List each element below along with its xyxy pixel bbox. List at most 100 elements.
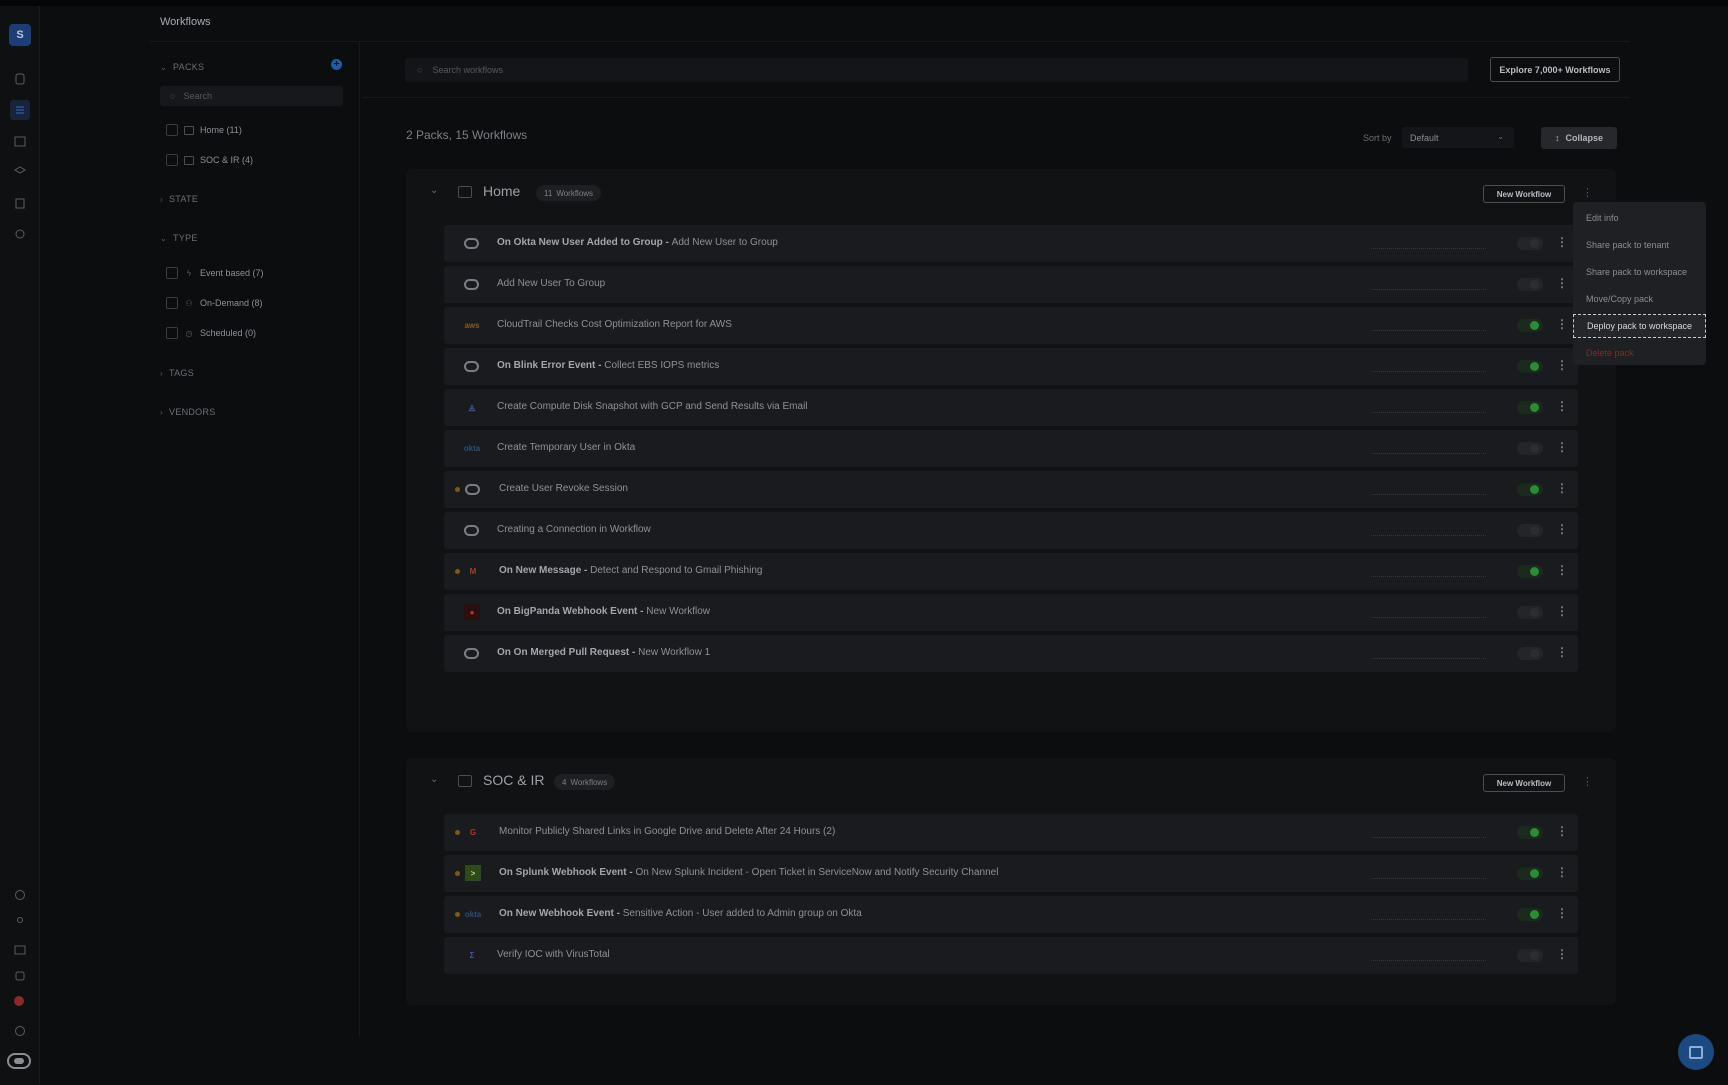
chevron-down-icon[interactable]: ⌄ [430,185,438,196]
workflow-enable-toggle[interactable] [1517,565,1543,578]
workflow-name[interactable]: On New Message - Detect and Respond to G… [499,565,762,576]
briefcase-icon[interactable] [10,939,30,959]
menu-item-share-workspace[interactable]: Share pack to workspace [1573,260,1706,284]
workflow-row[interactable]: aws CloudTrail Checks Cost Optimization R… [444,307,1578,344]
workflow-enable-toggle[interactable] [1517,360,1543,373]
notification-badge-icon[interactable] [14,996,24,1006]
workflow-row[interactable]: ◬ Create Compute Disk Snapshot with GCP a… [444,389,1578,426]
workflow-row[interactable]: Create User Revoke Session ⋮ [444,471,1578,508]
workflow-name[interactable]: On New Webhook Event - Sensitive Action … [499,908,862,919]
row-menu-kebab-icon[interactable]: ⋮ [1556,604,1568,618]
menu-item-share-tenant[interactable]: Share pack to tenant [1573,233,1706,257]
tags-section-header[interactable]: › TAGS [160,368,194,378]
chat-support-button[interactable] [1678,1034,1714,1070]
workflow-name[interactable]: Creating a Connection in Workflow [497,524,651,535]
row-menu-kebab-icon[interactable]: ⋮ [1556,440,1568,454]
new-workflow-button[interactable]: New Workflow [1483,185,1565,203]
workflow-name[interactable]: Monitor Publicly Shared Links in Google … [499,826,835,837]
help-icon[interactable] [10,1021,30,1041]
workflow-enable-toggle[interactable] [1517,647,1543,660]
workflow-row[interactable]: okta Create Temporary User in Okta ⋮ [444,430,1578,467]
vendors-section-header[interactable]: › VENDORS [160,407,216,417]
workflow-row[interactable]: On On Merged Pull Request - New Workflow… [444,635,1578,672]
type-section-header[interactable]: ⌄ TYPE [160,233,198,243]
workflow-enable-toggle[interactable] [1517,237,1543,250]
workflow-enable-toggle[interactable] [1517,949,1543,962]
new-workflow-button[interactable]: New Workflow [1483,774,1565,792]
row-menu-kebab-icon[interactable]: ⋮ [1556,399,1568,413]
workflow-row[interactable]: Creating a Connection in Workflow ⋮ [444,512,1578,549]
workflow-row[interactable]: G Monitor Publicly Shared Links in Google… [444,814,1578,851]
workflows-nav-icon[interactable] [10,100,30,120]
type-filter-event[interactable]: ϟ Event based (7) [166,267,264,279]
workflow-row[interactable]: ● On BigPanda Webhook Event - New Workflo… [444,594,1578,631]
menu-item-edit-info[interactable]: Edit info [1573,206,1706,230]
workflow-row[interactable]: > On Splunk Webhook Event - On New Splunk… [444,855,1578,892]
workflow-enable-toggle[interactable] [1517,908,1543,921]
row-menu-kebab-icon[interactable]: ⋮ [1556,865,1568,879]
workflow-enable-toggle[interactable] [1517,319,1543,332]
type-filter-ondemand[interactable]: ⚇ On-Demand (8) [166,297,263,309]
workflow-name[interactable]: On Okta New User Added to Group - Add Ne… [497,237,778,248]
menu-item-deploy-workspace[interactable]: Deploy pack to workspace [1573,314,1706,338]
workflow-name[interactable]: Create Temporary User in Okta [497,442,635,453]
row-menu-kebab-icon[interactable]: ⋮ [1556,645,1568,659]
workflow-row[interactable]: On Okta New User Added to Group - Add Ne… [444,225,1578,262]
workflow-enable-toggle[interactable] [1517,401,1543,414]
storage-icon[interactable] [10,966,30,986]
workflow-name[interactable]: Create User Revoke Session [499,483,628,494]
workflow-name[interactable]: On Blink Error Event - Collect EBS IOPS … [497,360,719,371]
clipboard-icon[interactable] [10,193,30,213]
workflow-enable-toggle[interactable] [1517,826,1543,839]
workflow-enable-toggle[interactable] [1517,524,1543,537]
workflow-name[interactable]: Verify IOC with VirusTotal [497,949,610,960]
checkbox[interactable] [166,327,178,339]
row-menu-kebab-icon[interactable]: ⋮ [1556,563,1568,577]
calendar-icon[interactable] [10,131,30,151]
menu-item-delete-pack[interactable]: Delete pack [1573,341,1706,365]
pack-menu-kebab-icon[interactable]: ⋮ [1582,775,1593,788]
row-menu-kebab-icon[interactable]: ⋮ [1556,947,1568,961]
workflow-name[interactable]: On BigPanda Webhook Event - New Workflow [497,606,710,617]
checkbox[interactable] [166,124,178,136]
pack-menu-kebab-icon[interactable]: ⋮ [1582,186,1593,199]
workflow-name[interactable]: Add New User To Group [497,278,605,289]
workspace-avatar[interactable]: S [9,24,31,46]
workflow-enable-toggle[interactable] [1517,867,1543,880]
pack-search-input[interactable]: ○ Search [160,86,343,106]
workflow-name[interactable]: Create Compute Disk Snapshot with GCP an… [497,401,808,412]
workflow-row[interactable]: okta On New Webhook Event - Sensitive Act… [444,896,1578,933]
row-menu-kebab-icon[interactable]: ⋮ [1556,824,1568,838]
row-menu-kebab-icon[interactable]: ⋮ [1556,906,1568,920]
workflow-search-input[interactable]: ○ Search workflows [405,58,1468,82]
row-menu-kebab-icon[interactable]: ⋮ [1556,481,1568,495]
pack-filter-home[interactable]: Home (11) [166,124,242,136]
type-filter-scheduled[interactable]: ◷ Scheduled (0) [166,327,256,339]
state-section-header[interactable]: › STATE [160,194,198,204]
history-icon[interactable] [10,885,30,905]
workflow-row[interactable]: Σ Verify IOC with VirusTotal ⋮ [444,937,1578,974]
workflow-row[interactable]: On Blink Error Event - Collect EBS IOPS … [444,348,1578,385]
chevron-down-icon[interactable]: ⌄ [430,774,438,785]
menu-item-move-copy[interactable]: Move/Copy pack [1573,287,1706,311]
row-menu-kebab-icon[interactable]: ⋮ [1556,522,1568,536]
bot-assistant-icon[interactable] [7,1053,31,1069]
workflow-enable-toggle[interactable] [1517,483,1543,496]
checkbox[interactable] [166,267,178,279]
row-menu-kebab-icon[interactable]: ⋮ [1556,317,1568,331]
add-pack-button[interactable]: + [331,59,342,70]
workflow-enable-toggle[interactable] [1517,442,1543,455]
settings-icon[interactable] [10,224,30,244]
checkbox[interactable] [166,297,178,309]
row-menu-kebab-icon[interactable]: ⋮ [1556,235,1568,249]
collapse-button[interactable]: ↕ Collapse [1541,127,1617,149]
workflow-enable-toggle[interactable] [1517,606,1543,619]
sort-select[interactable]: Default ⌄ [1402,127,1514,148]
workflow-name[interactable]: CloudTrail Checks Cost Optimization Repo… [497,319,732,330]
explore-workflows-button[interactable]: Explore 7,000+ Workflows [1490,57,1620,82]
workflow-row[interactable]: M On New Message - Detect and Respond to … [444,553,1578,590]
packs-section-header[interactable]: ⌄ PACKS [160,62,204,72]
checkbox[interactable] [166,154,178,166]
pack-filter-soc[interactable]: SOC & IR (4) [166,154,253,166]
workflow-name[interactable]: On On Merged Pull Request - New Workflow… [497,647,710,658]
